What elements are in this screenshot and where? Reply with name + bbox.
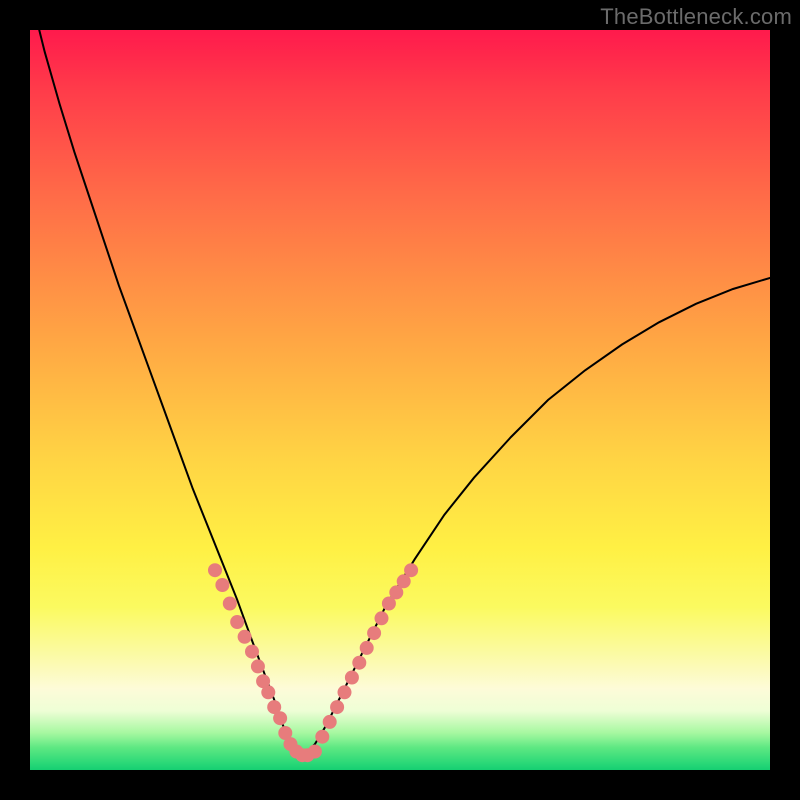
highlight-marker [261, 685, 275, 699]
chart-frame: TheBottleneck.com [0, 0, 800, 800]
highlight-marker [404, 563, 418, 577]
plot-area [30, 30, 770, 770]
curve-left-branch [30, 30, 296, 752]
highlight-marker [230, 615, 244, 629]
highlight-marker [315, 730, 329, 744]
highlight-marker [330, 700, 344, 714]
highlight-marker [223, 597, 237, 611]
curve-right-branch [296, 278, 770, 755]
highlight-marker [308, 745, 322, 759]
highlight-marker [251, 659, 265, 673]
highlight-marker [238, 630, 252, 644]
highlight-marker [323, 715, 337, 729]
highlight-marker [345, 671, 359, 685]
highlight-marker [367, 626, 381, 640]
highlight-marker [208, 563, 222, 577]
highlight-marker [360, 641, 374, 655]
highlight-marker [215, 578, 229, 592]
highlight-marker [245, 645, 259, 659]
highlight-marker [352, 656, 366, 670]
highlight-marker [338, 685, 352, 699]
highlight-markers [208, 563, 418, 762]
chart-svg [30, 30, 770, 770]
highlight-marker [273, 711, 287, 725]
watermark-text: TheBottleneck.com [600, 4, 792, 30]
highlight-marker [375, 611, 389, 625]
